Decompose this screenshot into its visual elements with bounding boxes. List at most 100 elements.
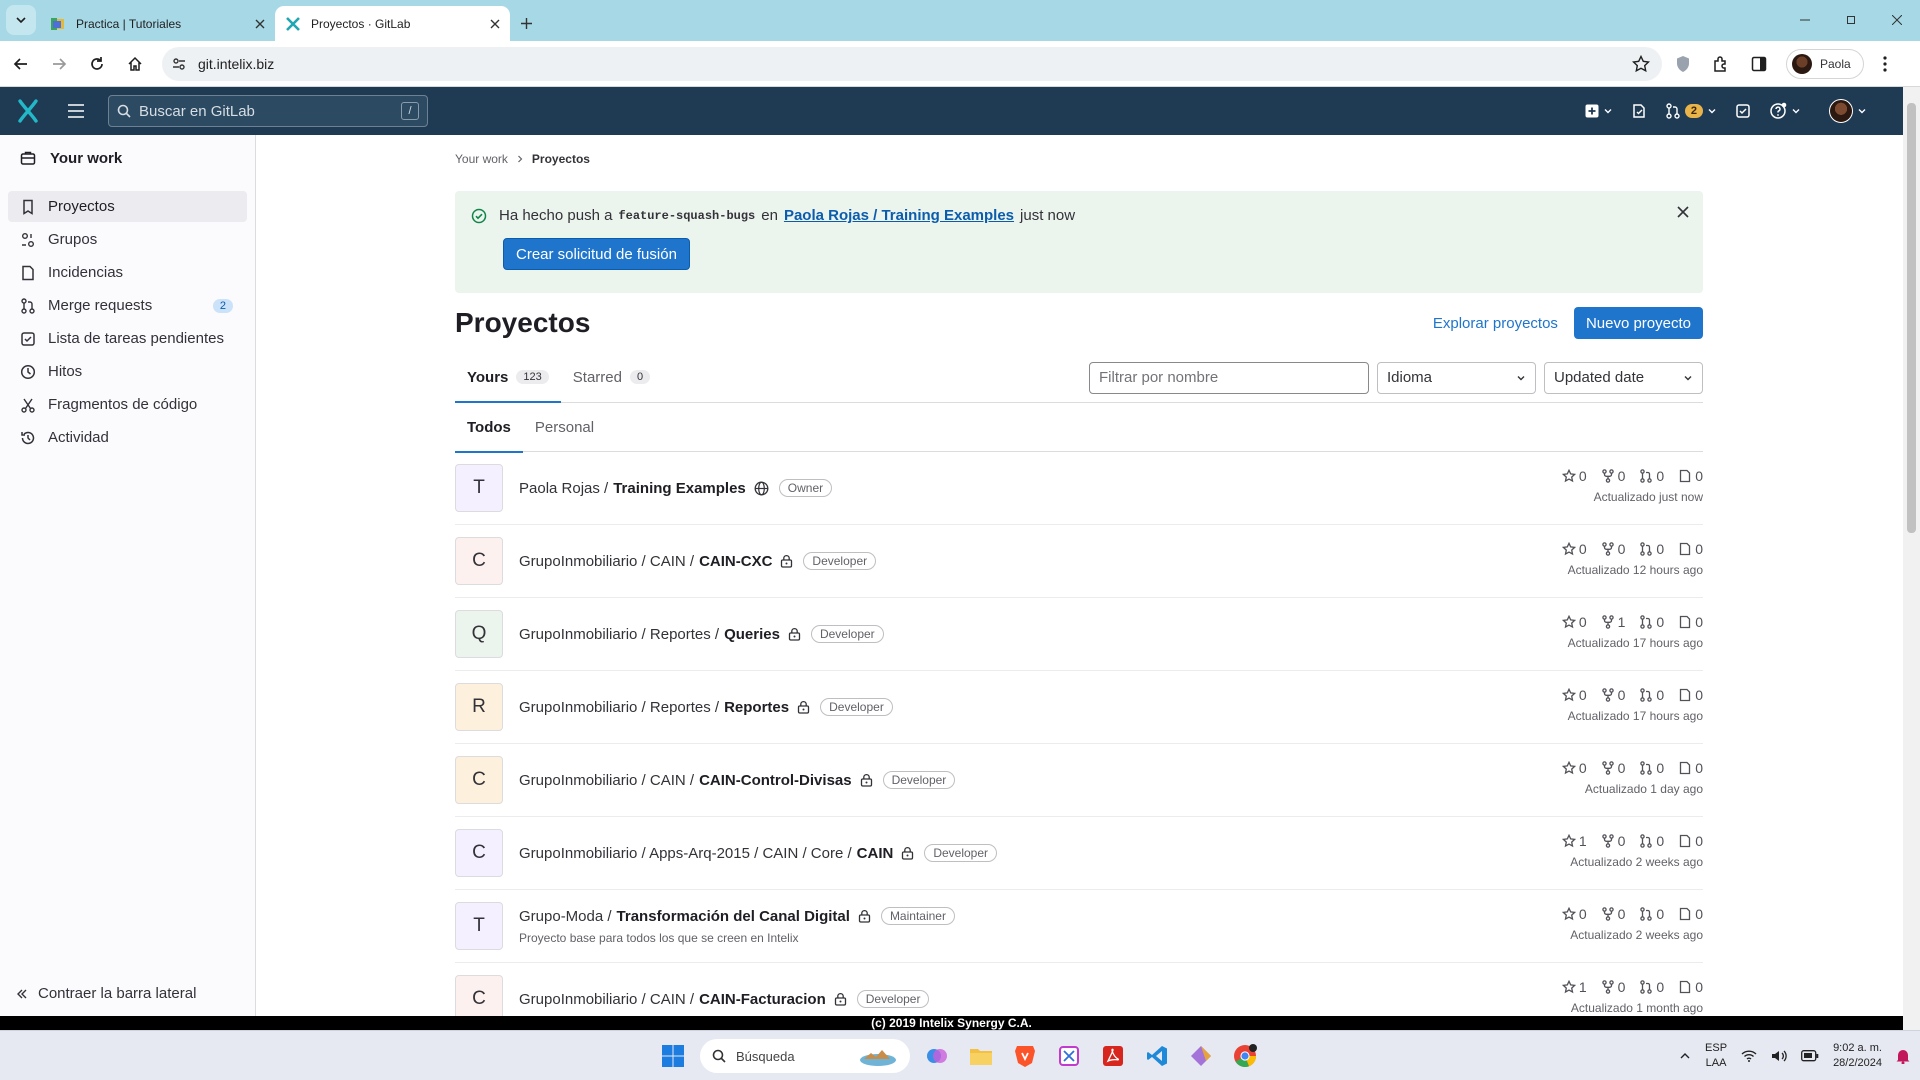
volume-icon[interactable]	[1771, 1049, 1787, 1063]
create-new-button[interactable]	[1579, 95, 1619, 127]
project-avatar[interactable]: C	[455, 975, 503, 1016]
alert-project-link[interactable]: Paola Rojas / Training Examples	[784, 207, 1014, 224]
browser-tab-active[interactable]: Proyectos · GitLab	[275, 6, 510, 41]
gitlab-search-input[interactable]: Buscar en GitLab /	[108, 95, 428, 127]
forks-stat[interactable]: 0	[1601, 979, 1625, 995]
project-avatar[interactable]: C	[455, 537, 503, 585]
issues-stat[interactable]: 0	[1678, 906, 1703, 922]
stars-stat[interactable]: 0	[1561, 541, 1587, 557]
sidebar-toggle-button[interactable]	[58, 93, 94, 129]
forks-stat[interactable]: 0	[1601, 906, 1625, 922]
brave-app-icon[interactable]	[1008, 1039, 1042, 1073]
forks-stat[interactable]: 1	[1601, 614, 1625, 630]
merge-requests-stat[interactable]: 0	[1639, 468, 1664, 484]
taskbar-search[interactable]: Búsqueda	[700, 1039, 910, 1073]
issues-stat[interactable]: 0	[1678, 687, 1703, 703]
browser-menu-icon[interactable]	[1868, 47, 1902, 81]
sidebar-item-grupos[interactable]: Grupos	[8, 224, 247, 255]
issues-header-button[interactable]	[1625, 95, 1653, 127]
merge-requests-stat[interactable]: 0	[1639, 833, 1664, 849]
tab-yours[interactable]: Yours 123	[455, 352, 561, 403]
sidebar-item-merge-requests[interactable]: Merge requests 2	[8, 290, 247, 321]
sidebar-item-hitos[interactable]: Hitos	[8, 356, 247, 387]
project-row[interactable]: T Grupo-Moda / Transformación del Canal …	[455, 890, 1703, 963]
windows-start-button[interactable]	[656, 1039, 690, 1073]
new-project-button[interactable]: Nuevo proyecto	[1573, 307, 1703, 339]
project-namespace[interactable]: GrupoInmobiliario / Apps-Arq-2015 / CAIN…	[519, 845, 852, 862]
project-row[interactable]: T Paola Rojas / Training Examples Owner …	[455, 452, 1703, 525]
merge-requests-stat[interactable]: 0	[1639, 687, 1664, 703]
chevron-up-icon[interactable]	[1679, 1050, 1691, 1062]
acrobat-app-icon[interactable]	[1096, 1039, 1130, 1073]
issues-stat[interactable]: 0	[1678, 979, 1703, 995]
collapse-sidebar-button[interactable]: Contraer la barra lateral	[16, 985, 196, 1002]
project-name[interactable]: Queries	[724, 626, 780, 643]
stars-stat[interactable]: 0	[1561, 760, 1587, 776]
subtab-todos[interactable]: Todos	[455, 403, 523, 453]
project-name[interactable]: Transformación del Canal Digital	[617, 908, 850, 925]
stars-stat[interactable]: 1	[1561, 833, 1587, 849]
project-avatar[interactable]: Q	[455, 610, 503, 658]
git-app-icon[interactable]	[1184, 1039, 1218, 1073]
issues-stat[interactable]: 0	[1678, 468, 1703, 484]
project-row[interactable]: C GrupoInmobiliario / Apps-Arq-2015 / CA…	[455, 817, 1703, 890]
project-avatar[interactable]: R	[455, 683, 503, 731]
intelix-logo-icon[interactable]	[8, 91, 48, 131]
forks-stat[interactable]: 0	[1601, 687, 1625, 703]
back-button[interactable]	[4, 47, 38, 81]
forks-stat[interactable]: 0	[1601, 833, 1625, 849]
close-tab-icon[interactable]	[255, 19, 265, 29]
sidebar-item-actividad[interactable]: Actividad	[8, 422, 247, 453]
close-tab-icon[interactable]	[490, 19, 500, 29]
address-bar[interactable]: git.intelix.biz	[162, 46, 1662, 81]
project-name[interactable]: CAIN-CXC	[699, 553, 772, 570]
restore-button[interactable]	[1828, 0, 1874, 40]
project-name[interactable]: Training Examples	[613, 480, 746, 497]
project-name[interactable]: CAIN-Facturacion	[699, 991, 826, 1008]
site-info-icon[interactable]	[172, 57, 186, 71]
close-window-button[interactable]	[1874, 0, 1920, 40]
project-row[interactable]: Q GrupoInmobiliario / Reportes / Queries…	[455, 598, 1703, 671]
sidebar-section-header[interactable]: Your work	[0, 135, 255, 181]
home-button[interactable]	[118, 47, 152, 81]
merge-requests-stat[interactable]: 0	[1639, 979, 1664, 995]
project-avatar[interactable]: C	[455, 829, 503, 877]
project-namespace[interactable]: Paola Rojas /	[519, 480, 608, 497]
project-namespace[interactable]: Grupo-Moda /	[519, 908, 612, 925]
bookmark-star-icon[interactable]	[1632, 54, 1650, 73]
user-menu-button[interactable]	[1823, 95, 1873, 127]
forks-stat[interactable]: 0	[1601, 760, 1625, 776]
close-icon[interactable]	[1677, 206, 1689, 218]
page-scrollbar[interactable]	[1903, 87, 1920, 1030]
project-namespace[interactable]: GrupoInmobiliario / CAIN /	[519, 772, 694, 789]
issues-stat[interactable]: 0	[1678, 833, 1703, 849]
profile-button[interactable]: Paola	[1786, 48, 1864, 79]
new-tab-button[interactable]	[510, 7, 542, 39]
input-language[interactable]: ESP LAA	[1705, 1041, 1727, 1071]
tab-starred[interactable]: Starred 0	[561, 352, 662, 402]
forks-stat[interactable]: 0	[1601, 468, 1625, 484]
breadcrumb-your-work[interactable]: Your work	[455, 152, 508, 166]
project-avatar[interactable]: T	[455, 902, 503, 950]
forks-stat[interactable]: 0	[1601, 541, 1625, 557]
clock[interactable]: 9:02 a. m. 28/2/2024	[1833, 1041, 1882, 1071]
project-row[interactable]: C GrupoInmobiliario / CAIN / CAIN-CXC De…	[455, 525, 1703, 598]
stars-stat[interactable]: 1	[1561, 979, 1587, 995]
extensions-puzzle-icon[interactable]	[1704, 47, 1738, 81]
issues-stat[interactable]: 0	[1678, 614, 1703, 630]
shield-extension-icon[interactable]	[1666, 47, 1700, 81]
subtab-personal[interactable]: Personal	[523, 403, 606, 452]
project-name[interactable]: Reportes	[724, 699, 789, 716]
project-row[interactable]: C GrupoInmobiliario / CAIN / CAIN-Factur…	[455, 963, 1703, 1016]
sidebar-item-todos[interactable]: Lista de tareas pendientes	[8, 323, 247, 354]
create-merge-request-button[interactable]: Crear solicitud de fusión	[503, 238, 690, 270]
stars-stat[interactable]: 0	[1561, 614, 1587, 630]
side-panel-icon[interactable]	[1742, 47, 1776, 81]
file-explorer-app-icon[interactable]	[964, 1039, 998, 1073]
project-name[interactable]: CAIN	[857, 845, 894, 862]
vscode-app-icon[interactable]	[1140, 1039, 1174, 1073]
sort-select[interactable]: Updated date	[1544, 361, 1703, 394]
help-button[interactable]	[1763, 95, 1807, 127]
merge-requests-header-button[interactable]: 2	[1659, 95, 1723, 127]
forward-button[interactable]	[42, 47, 76, 81]
